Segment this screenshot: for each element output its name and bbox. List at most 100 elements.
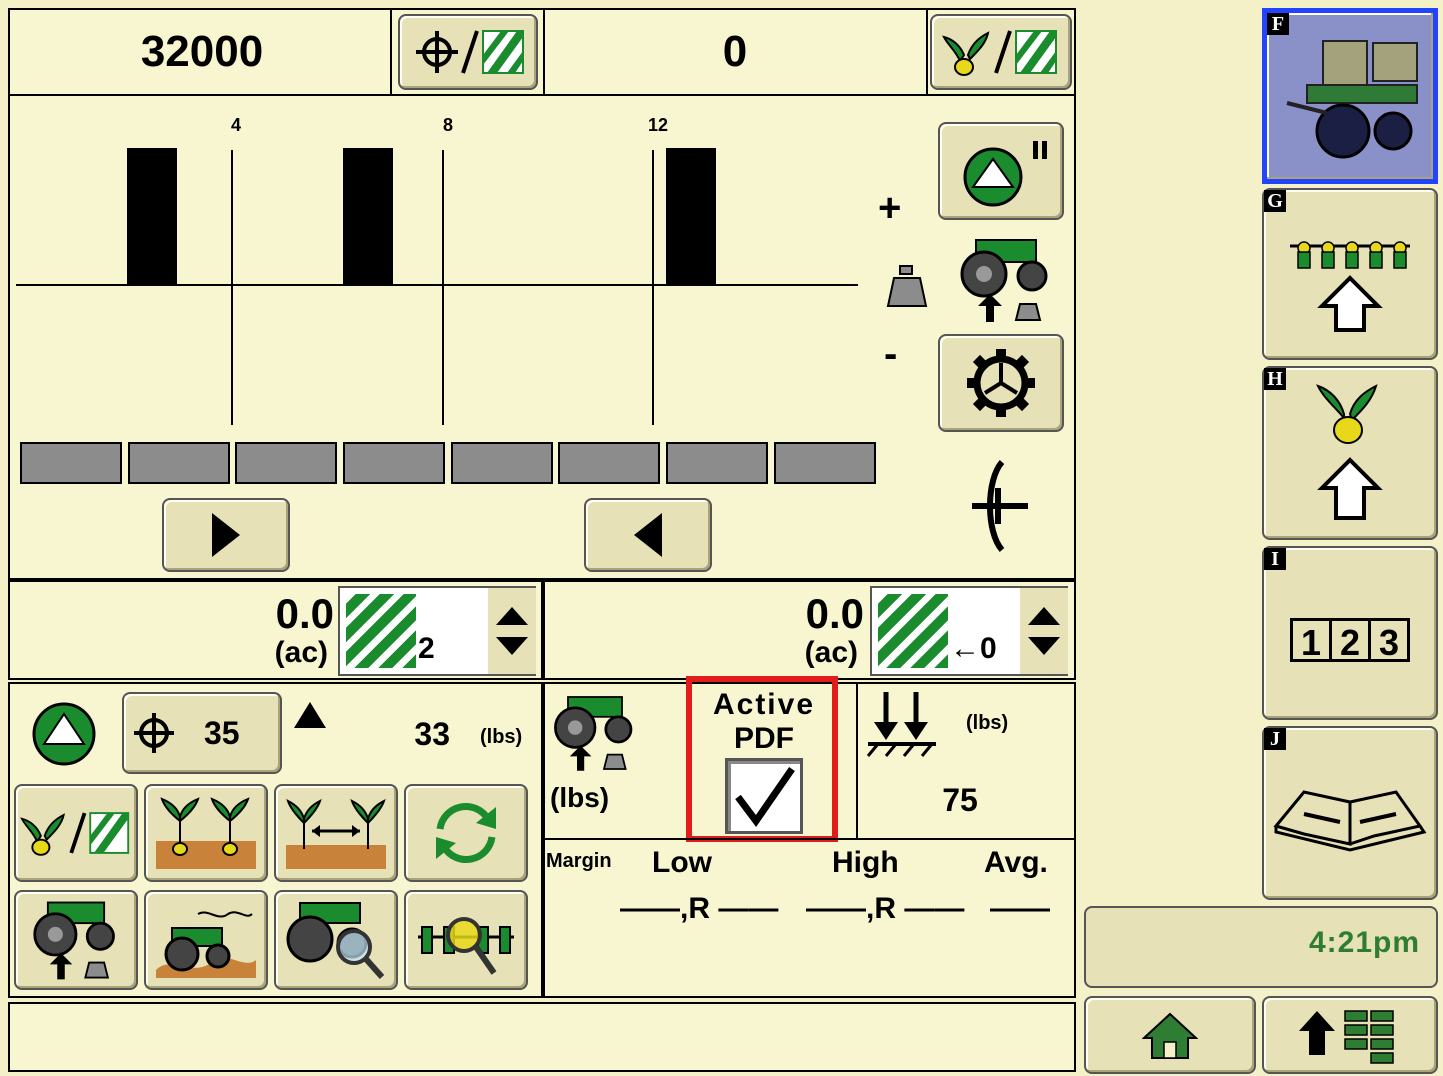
seed-area-button[interactable] [930,14,1072,90]
play-left-icon [634,513,662,557]
planter-terrain-icon [156,911,256,978]
seed-spacing-icon [286,799,386,869]
message-bar [8,1002,1076,1072]
planter-lift-icon [956,232,1056,333]
softkey-h-seed[interactable]: H [1262,366,1438,540]
manual-book-icon [1273,790,1427,852]
downforce-unit: (lbs) [480,726,523,748]
actual-downforce-value: 33 [414,716,450,752]
clock-time: 4:21pm [1308,926,1420,959]
gauge-value: 75 [942,782,978,818]
minus-label: - [884,332,898,376]
row-section-indicator [774,442,876,484]
checkmark-icon [735,767,795,827]
row-gridline [652,150,654,425]
active-pdf-checkbox[interactable] [725,758,803,834]
seed-spacing-button[interactable] [274,784,398,882]
row-section-indicator [558,442,660,484]
up-arrow-icon [292,700,328,735]
area-right-counter: ←0 [950,632,997,665]
row-section-indicator [128,442,230,484]
crosshair-icon [134,713,174,753]
row-tick-label: 8 [443,115,454,135]
downforce-icon [30,700,98,773]
row-tick-label: 4 [231,115,242,135]
seed-up-icon [1316,384,1383,520]
target-rate: 32000 [140,27,264,76]
area-left-counter: 2 [418,632,435,665]
ride-quality-button[interactable] [144,890,268,990]
cycle-button[interactable] [404,784,528,882]
stepper-arrows-icon [488,588,536,674]
menu-up-icon [1299,1010,1394,1064]
divider [390,8,392,96]
seed-depth-button[interactable] [144,784,268,882]
area-right-value: 0.0 [805,590,864,637]
seedling-area-icon [20,812,130,856]
target-population-button[interactable] [398,14,538,90]
planter-lift-icon [550,688,640,783]
area-left-selector[interactable]: 2 [338,586,536,676]
margin-label: Margin [546,850,612,872]
planter-lift-icon [33,901,115,980]
softkey-f-planter-selected[interactable]: F [1262,8,1438,184]
row-unit-search-icon [418,917,514,975]
home-icon [1142,1012,1198,1059]
home-button[interactable] [1084,996,1256,1074]
play-right-icon [212,513,240,557]
divider [543,838,1076,840]
seed-area-toggle-button[interactable] [14,784,138,882]
divider [856,682,858,838]
active-pdf-label: Active [712,688,816,721]
down-force-gauge-icon [866,690,940,763]
numeric-icon: 1 2 3 [1290,618,1410,663]
row-bar [127,148,177,285]
avg-value: —— [990,892,1050,925]
row-gridline [442,150,444,425]
plus-label: + [878,186,902,230]
planter-diagnostics-button[interactable] [274,890,398,990]
area-hatch-icon [878,594,948,668]
softkey-i-numeric[interactable]: I 1 2 3 [1262,546,1438,720]
pdf-label: PDF [734,722,794,755]
area-right-unit: (ac) [804,636,858,669]
softkey-g-row-units[interactable]: G [1262,188,1438,360]
row-unit-diagnostics-button[interactable] [404,890,528,990]
target-downforce-button[interactable]: 35 [122,692,282,774]
area-hatch-icon [346,594,416,668]
downforce-pause-icon [963,141,1047,207]
planter-lift-button[interactable] [14,890,138,990]
softkey-j-manual[interactable]: J [1262,726,1438,900]
scroll-right-button[interactable] [162,498,290,572]
planter-search-icon [286,902,385,979]
row-section-indicator [343,442,445,484]
downforce-pause-button[interactable] [938,122,1064,220]
avg-column-header: Avg. [984,846,1048,879]
low-value: ——,R —— [620,892,779,925]
area-right-selector[interactable]: ←0 [870,586,1068,676]
row-bar [343,148,393,285]
hitch-icon [968,460,1032,557]
planter-icon [1286,40,1418,159]
row-units-up-icon [1290,241,1410,332]
row-section-indicator [451,442,553,484]
low-column-header: Low [652,846,712,879]
weight-icon [880,262,934,315]
row-section-indicator [20,442,122,484]
gauge-unit-label: (lbs) [966,712,1009,734]
stepper-arrows-icon [1020,588,1068,674]
row-tick-label: 12 [648,115,669,135]
row-section-indicator [666,442,768,484]
menu-up-button[interactable] [1262,996,1438,1074]
scroll-left-button[interactable] [584,498,712,572]
target-downforce-value: 35 [204,714,240,751]
seedling-area-icon [942,30,1057,76]
refresh-cycle-icon [436,803,496,863]
high-column-header: High [832,846,899,879]
settings-button[interactable] [938,334,1064,432]
crosshair-area-icon [416,30,524,74]
area-left-unit: (ac) [274,636,328,669]
softkey-letter: I [1264,548,1286,570]
row-bar [666,148,716,285]
area-left-value: 0.0 [275,590,334,637]
